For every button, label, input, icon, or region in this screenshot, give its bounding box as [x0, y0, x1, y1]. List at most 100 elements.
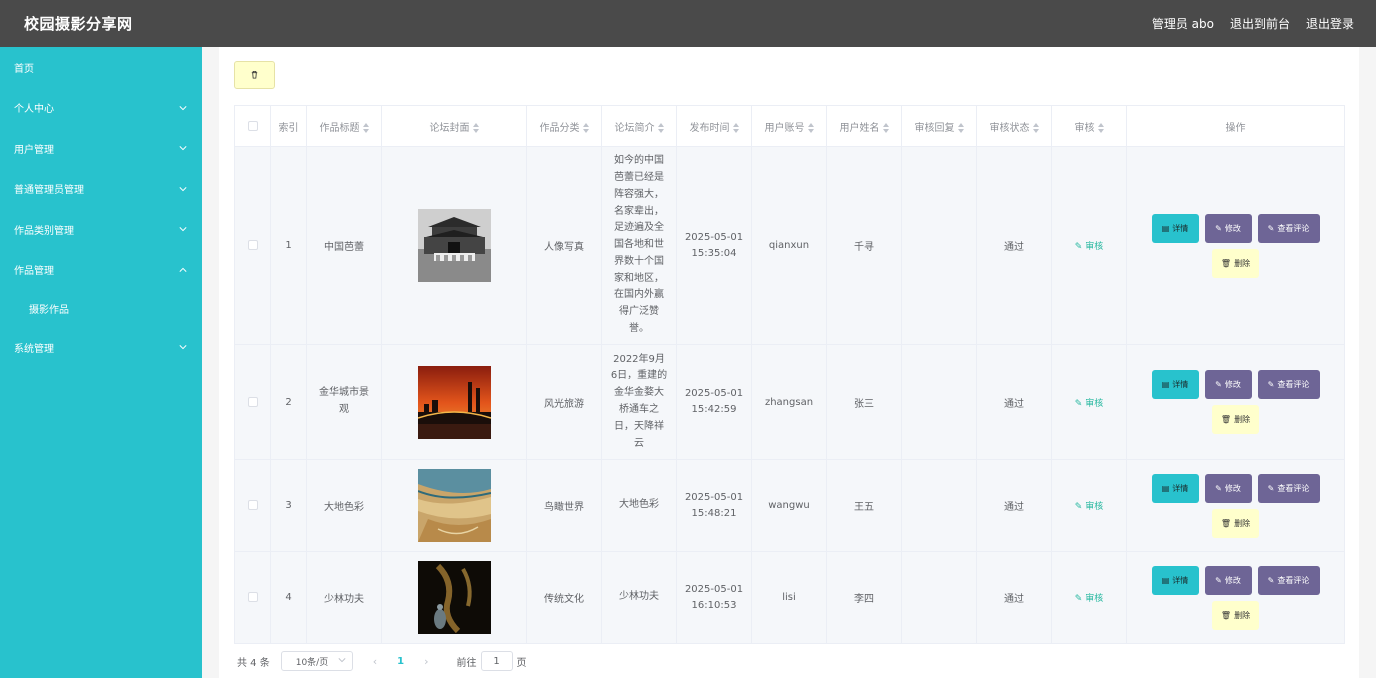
audit-link-label: 审核 — [1085, 398, 1104, 409]
row-audit-cell: ✎ 审核 — [1051, 344, 1127, 460]
delete-button[interactable]: 🗑 删除 — [1212, 600, 1259, 630]
row-title: 少林功夫 — [306, 551, 382, 644]
row-checkbox[interactable] — [247, 396, 258, 407]
view-comments-button[interactable]: ✎ 查看评论 — [1257, 370, 1320, 399]
prev-page-icon[interactable]: ‹ — [373, 655, 377, 668]
column-header-label: 索引 — [278, 122, 299, 134]
delete-button[interactable]: 🗑 删除 — [1212, 508, 1259, 538]
row-title-text: 金华城市景观 — [319, 387, 369, 415]
edit-button[interactable]: ✎ 修改 — [1204, 565, 1252, 595]
row-checkbox[interactable] — [247, 592, 258, 602]
sort-icon[interactable] — [957, 122, 964, 133]
sidebar-item-home[interactable]: 首页 — [0, 47, 202, 88]
sidebar-item-admin-management[interactable]: 普通管理员管理 — [0, 169, 202, 210]
trash-icon: 🗑 — [1220, 610, 1232, 620]
column-header-actions: 操作 — [1126, 105, 1345, 147]
row-select-cell[interactable] — [234, 146, 271, 345]
row-index: 2 — [270, 344, 307, 460]
detail-button[interactable]: ▤ 详情 — [1151, 565, 1199, 595]
chevron-down-icon — [178, 103, 188, 113]
row-title: 中国芭蕾 — [306, 146, 382, 345]
row-name: 千寻 — [826, 146, 902, 345]
sidebar-item-system-management[interactable]: 系统管理 — [0, 327, 202, 368]
row-select-cell[interactable] — [234, 551, 271, 644]
row-category: 传统文化 — [526, 551, 602, 644]
row-name: 李四 — [826, 551, 902, 644]
document-icon: ▤ — [1161, 223, 1170, 233]
column-header-name[interactable]: 用户姓名 — [826, 105, 902, 147]
edit-button[interactable]: ✎ 修改 — [1204, 213, 1252, 243]
logout-link[interactable]: 退出登录 — [1306, 15, 1354, 32]
row-select-cell[interactable] — [234, 459, 271, 552]
select-all-checkbox[interactable] — [247, 120, 258, 131]
row-publish-time: 2025-05-01 15:42:59 — [676, 344, 752, 460]
row-checkbox[interactable] — [247, 500, 258, 510]
batch-delete-button[interactable] — [234, 61, 275, 89]
sort-icon[interactable] — [657, 122, 664, 133]
edit-icon: ✎ — [1267, 575, 1275, 585]
view-comments-button[interactable]: ✎ 查看评论 — [1257, 565, 1320, 595]
sidebar-item-photo-works[interactable]: 摄影作品 — [0, 290, 202, 327]
content-panel: 索引 作品标题 论坛封面 作品分类 论坛简介 发布时间 用户账号 用户姓名 审核… — [219, 47, 1359, 678]
sidebar-item-user-management[interactable]: 用户管理 — [0, 128, 202, 169]
page-size-select[interactable]: 10条/页 — [280, 651, 353, 671]
row-account: zhangsan — [751, 344, 827, 460]
row-index: 1 — [270, 146, 307, 345]
column-header-reply[interactable]: 审核回复 — [901, 105, 977, 147]
table-row: 2 金华城市景观 风光旅游 2022年9月6日，重建的金华金婺大桥通车之日，天降… — [234, 344, 1345, 460]
sort-icon[interactable] — [472, 122, 479, 133]
goto-page-input[interactable]: 1 — [480, 651, 513, 671]
sidebar-item-personal-center[interactable]: 个人中心 — [0, 88, 202, 129]
view-comments-button[interactable]: ✎ 查看评论 — [1257, 213, 1320, 243]
sort-icon[interactable] — [582, 122, 589, 133]
column-header-audit[interactable]: 审核 — [1051, 105, 1127, 147]
delete-button[interactable]: 🗑 删除 — [1212, 248, 1259, 278]
trash-icon: 🗑 — [1220, 518, 1232, 528]
edit-button[interactable]: ✎ 修改 — [1204, 473, 1252, 503]
column-header-status[interactable]: 审核状态 — [976, 105, 1052, 147]
sort-icon[interactable] — [882, 122, 889, 133]
back-to-frontend-link[interactable]: 退出到前台 — [1230, 15, 1290, 32]
delete-button-label: 删除 — [1234, 518, 1251, 528]
page-size-value: 10条/页 — [295, 657, 329, 668]
audit-link[interactable]: ✎ 审核 — [1075, 242, 1103, 252]
sort-icon[interactable] — [1097, 122, 1104, 133]
row-index: 4 — [270, 551, 307, 644]
row-date: 2025-05-01 — [684, 231, 744, 243]
select-all-cell[interactable] — [234, 105, 271, 147]
row-category: 鸟瞰世界 — [526, 459, 602, 552]
edit-button[interactable]: ✎ 修改 — [1204, 370, 1252, 399]
column-header-intro[interactable]: 论坛简介 — [601, 105, 677, 147]
audit-link[interactable]: ✎ 审核 — [1075, 594, 1103, 604]
column-header-category[interactable]: 作品分类 — [526, 105, 602, 147]
column-header-publish-time[interactable]: 发布时间 — [676, 105, 752, 147]
detail-button[interactable]: ▤ 详情 — [1151, 213, 1199, 243]
row-checkbox[interactable] — [247, 240, 258, 250]
next-page-icon[interactable]: › — [424, 655, 428, 668]
column-header-title[interactable]: 作品标题 — [306, 105, 382, 147]
column-header-account[interactable]: 用户账号 — [751, 105, 827, 147]
audit-link[interactable]: ✎ 审核 — [1075, 399, 1103, 409]
trash-icon: 🗑 — [1220, 258, 1232, 268]
sort-icon[interactable] — [1032, 122, 1039, 133]
sort-icon[interactable] — [362, 122, 369, 133]
sort-icon[interactable] — [732, 122, 739, 133]
sidebar-item-label: 用户管理 — [14, 144, 54, 156]
row-actions: ▤ 详情 ✎ 修改 ✎ 查看评论 🗑 删除 — [1126, 551, 1345, 644]
detail-button[interactable]: ▤ 详情 — [1151, 370, 1199, 399]
edit-icon: ✎ — [1074, 502, 1083, 512]
table-header-row: 索引 作品标题 论坛封面 作品分类 论坛简介 发布时间 用户账号 用户姓名 审核… — [234, 105, 1345, 147]
row-cover-cell — [381, 344, 527, 460]
page-number-current[interactable]: 1 — [397, 656, 404, 667]
column-header-cover[interactable]: 论坛封面 — [381, 105, 527, 147]
audit-link[interactable]: ✎ 审核 — [1075, 502, 1103, 512]
goto-label: 前往 — [456, 657, 477, 669]
delete-button[interactable]: 🗑 删除 — [1212, 405, 1259, 434]
view-comments-button[interactable]: ✎ 查看评论 — [1257, 473, 1320, 503]
sidebar-item-category-management[interactable]: 作品类别管理 — [0, 209, 202, 250]
sidebar-item-works-management[interactable]: 作品管理 — [0, 250, 202, 291]
sort-icon[interactable] — [807, 122, 814, 133]
detail-button[interactable]: ▤ 详情 — [1151, 473, 1199, 503]
chevron-down-icon — [338, 656, 346, 667]
row-select-cell[interactable] — [234, 344, 271, 460]
